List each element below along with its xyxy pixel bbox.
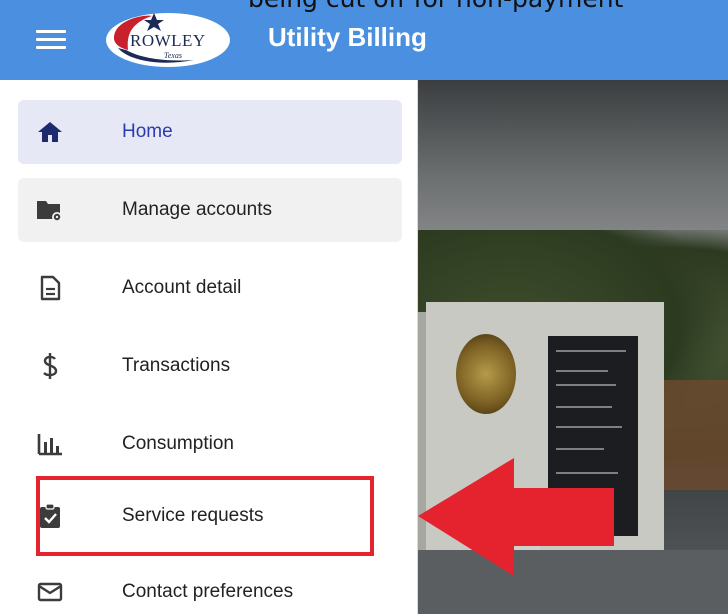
page-caption: being cut off for non-payment — [248, 0, 623, 12]
app-title: Utility Billing — [268, 22, 427, 52]
logo-text: ROWLEY — [130, 31, 206, 50]
sidebar-item-account-detail[interactable]: Account detail — [18, 256, 402, 320]
bar-chart-icon — [36, 430, 64, 458]
pointer-arrow-icon — [418, 458, 614, 576]
sidebar-item-label: Manage accounts — [122, 199, 272, 220]
city-logo[interactable]: ROWLEY Texas — [104, 10, 234, 68]
sidebar-item-contact-preferences[interactable]: Contact preferences — [18, 560, 402, 614]
folder-settings-icon — [36, 196, 64, 224]
hamburger-menu-icon[interactable] — [36, 30, 66, 52]
sidebar-item-label: Contact preferences — [122, 581, 294, 602]
service-requests-highlight — [36, 476, 374, 556]
dollar-icon — [36, 352, 64, 380]
sidebar-item-manage-accounts[interactable]: Manage accounts — [18, 178, 402, 242]
envelope-icon — [36, 578, 64, 606]
document-icon — [36, 274, 64, 302]
sidebar-item-label: Consumption — [122, 433, 234, 454]
sidebar-item-label: Transactions — [122, 355, 231, 376]
sidebar-item-label: Account detail — [122, 277, 242, 298]
sidebar-item-label: Home — [122, 121, 173, 142]
sidebar-item-home[interactable]: Home — [18, 100, 402, 164]
sidebar-item-consumption[interactable]: Consumption — [18, 412, 402, 476]
logo-subtext: Texas — [164, 51, 182, 60]
sidebar-item-transactions[interactable]: Transactions — [18, 334, 402, 398]
home-icon — [36, 118, 64, 146]
memorial-seal — [456, 334, 516, 414]
